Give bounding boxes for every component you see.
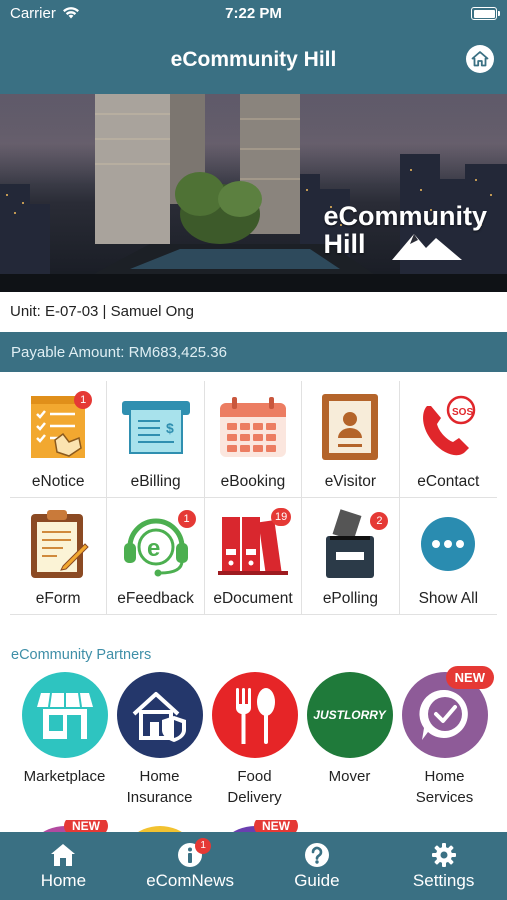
module-label: Show All <box>418 590 479 607</box>
help-icon <box>304 843 329 867</box>
module-label: eBooking <box>220 473 286 490</box>
module-label: ePolling <box>322 590 378 607</box>
module-label: eNotice <box>31 473 85 490</box>
tab-label: Home <box>40 871 87 890</box>
justlorry-logo: JUSTLORRY <box>313 708 386 722</box>
module-edocument[interactable]: 19 eDocument <box>204 498 303 615</box>
module-label: eVisitor <box>324 473 377 490</box>
module-enotice[interactable]: 1 eNotice <box>10 381 108 498</box>
partner-label: Home Services <box>415 768 474 806</box>
partner-home-insurance[interactable]: Home Insurance <box>112 672 207 808</box>
module-grid: 1 eNotice $ eBilling eBooking eVisitor S… <box>10 381 497 615</box>
svg-text:e: e <box>147 535 160 562</box>
house-shield-icon <box>132 692 186 742</box>
notification-badge: 1 <box>177 510 196 528</box>
notification-badge: 1 <box>74 391 93 409</box>
bottom-tab-bar: Home 1 eComNews Guide Settings <box>0 832 507 900</box>
module-label: eContact <box>417 473 480 490</box>
partner-home-services[interactable]: NEW Home Services <box>397 666 494 808</box>
unit-info: Unit: E-07-03 | Samuel Ong <box>0 292 507 332</box>
partner-marketplace[interactable]: Marketplace <box>17 672 112 787</box>
module-eform[interactable]: eForm <box>10 498 108 615</box>
banner-building-image <box>0 94 507 292</box>
tab-label: eComNews <box>146 871 235 890</box>
tab-label: Guide <box>294 871 340 890</box>
visitor-icon <box>322 394 379 460</box>
nav-bar: eCommunity Hill <box>0 28 507 94</box>
tab-label: Settings <box>412 871 475 890</box>
partner-label: Home Insurance <box>126 768 193 806</box>
module-efeedback[interactable]: e 1 eFeedback <box>107 498 205 615</box>
partner-food-delivery[interactable]: Food Delivery <box>207 672 302 808</box>
tab-guide[interactable]: Guide <box>254 832 381 900</box>
hero-banner: eCommunity Hill <box>0 94 507 292</box>
notification-badge: 19 <box>270 508 292 526</box>
module-label: eDocument <box>213 590 293 607</box>
sos-phone-icon: SOS <box>423 395 476 456</box>
partner-label: Mover <box>328 768 371 785</box>
module-label: eFeedback <box>117 590 194 607</box>
storefront-icon <box>36 692 93 739</box>
module-econtact[interactable]: SOS eContact <box>399 381 497 498</box>
svg-text:SOS: SOS <box>452 407 473 418</box>
check-bubble-icon <box>418 689 468 740</box>
tab-ecomnews[interactable]: 1 eComNews <box>127 832 254 900</box>
home-icon <box>51 844 76 866</box>
clipboard-icon <box>31 510 89 578</box>
partners-row: Marketplace Home Insurance Food Delivery… <box>0 666 507 832</box>
fork-spoon-icon <box>235 688 275 744</box>
module-ebilling[interactable]: $ eBilling <box>107 381 205 498</box>
partners-section-title: eCommunity Partners <box>11 647 152 663</box>
more-icon <box>421 517 476 571</box>
partner-label: Food Delivery <box>227 768 282 806</box>
tab-home[interactable]: Home <box>0 832 127 900</box>
page-title: eCommunity Hill <box>170 48 337 71</box>
mountain-logo-icon <box>392 234 462 260</box>
partner-label: Marketplace <box>23 768 106 785</box>
new-badge: NEW <box>445 666 494 689</box>
partner-mover[interactable]: JUSTLORRY Mover <box>302 672 397 787</box>
home-icon <box>471 51 489 67</box>
gear-icon <box>431 843 456 867</box>
module-epolling[interactable]: 2 ePolling <box>302 498 400 615</box>
notification-badge: 1 <box>195 838 212 854</box>
svg-text:$: $ <box>166 420 174 436</box>
clock: 7:22 PM <box>225 5 282 22</box>
billing-icon: $ <box>121 401 190 454</box>
home-button[interactable] <box>466 45 494 73</box>
module-show-all[interactable]: Show All <box>399 498 497 615</box>
tab-settings[interactable]: Settings <box>380 832 507 900</box>
module-label: eForm <box>35 590 81 607</box>
module-ebooking[interactable]: eBooking <box>204 381 303 498</box>
notification-badge: 2 <box>370 512 389 530</box>
status-bar: Carrier 7:22 PM <box>0 0 507 28</box>
payable-amount[interactable]: Payable Amount: RM683,425.36 <box>0 332 507 372</box>
calendar-icon <box>219 397 286 457</box>
module-label: eBilling <box>130 473 181 490</box>
battery-icon <box>471 7 500 20</box>
module-evisitor[interactable]: eVisitor <box>302 381 400 498</box>
